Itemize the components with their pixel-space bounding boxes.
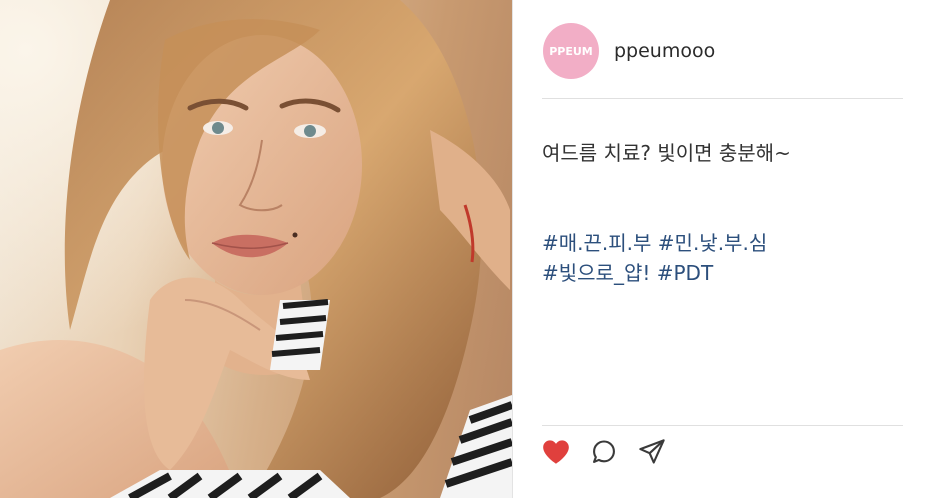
photo-illustration [0,0,512,498]
username[interactable]: ppeumooo [614,40,715,62]
action-bar [542,436,666,468]
avatar-logo-text: PPEUM [549,44,593,58]
hashtag-line[interactable]: #매.끈.피.부 #민.낯.부.심 [542,228,902,258]
pane-divider [512,0,513,498]
comment-button[interactable] [590,438,618,466]
comment-icon [593,440,615,463]
post-card: PPEUM ppeumooo 여드름 치료? 빛이면 충분해~ #매.끈.피.부… [0,0,925,498]
post-photo[interactable] [0,0,512,498]
share-icon [639,439,665,464]
heart-icon [543,440,569,464]
footer-divider [542,425,903,426]
post-caption: 여드름 치료? 빛이면 충분해~ [542,141,791,165]
share-button[interactable] [638,438,666,466]
like-button[interactable] [542,438,570,466]
header-divider [542,98,903,99]
hashtag-line[interactable]: #빛으로_얍! #PDT [542,258,902,288]
hashtags: #매.끈.피.부 #민.낯.부.심 #빛으로_얍! #PDT [542,228,902,288]
avatar[interactable]: PPEUM [543,23,599,79]
